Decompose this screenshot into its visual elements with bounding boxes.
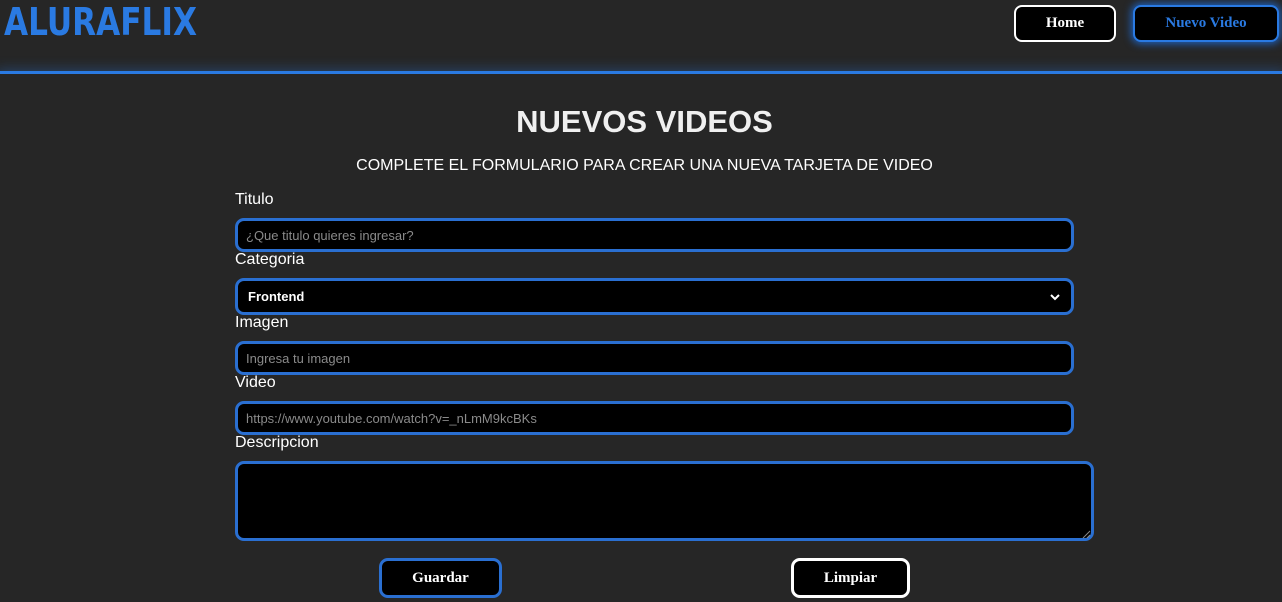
home-button[interactable]: Home [1014, 5, 1116, 42]
imagen-label: Imagen [235, 314, 289, 331]
video-label: Video [235, 374, 276, 391]
imagen-input[interactable] [235, 341, 1074, 375]
site-header: ALURAFLIX Home Nuevo Video [0, 0, 1282, 71]
categoria-label: Categoria [235, 251, 305, 268]
page-subtitle: COMPLETE EL FORMULARIO PARA CREAR UNA NU… [356, 157, 933, 174]
chevron-down-icon [1050, 293, 1060, 300]
descripcion-textarea[interactable] [235, 461, 1094, 541]
descripcion-label: Descripcion [235, 434, 319, 451]
video-input[interactable] [235, 401, 1074, 435]
limpiar-button[interactable]: Limpiar [791, 558, 910, 598]
main-content: NUEVOS VIDEOS COMPLETE EL FORMULARIO PAR… [0, 74, 1282, 602]
titulo-label: Titulo [235, 191, 274, 208]
guardar-button[interactable]: Guardar [379, 558, 502, 598]
categoria-select[interactable]: Frontend [235, 278, 1074, 315]
nuevo-video-button[interactable]: Nuevo Video [1133, 5, 1279, 42]
logo[interactable]: ALURAFLIX [4, 0, 197, 44]
resize-handle-icon[interactable] [1082, 530, 1091, 539]
titulo-input[interactable] [235, 218, 1074, 252]
categoria-selected-value: Frontend [248, 289, 305, 304]
page-title: NUEVOS VIDEOS [516, 104, 773, 139]
